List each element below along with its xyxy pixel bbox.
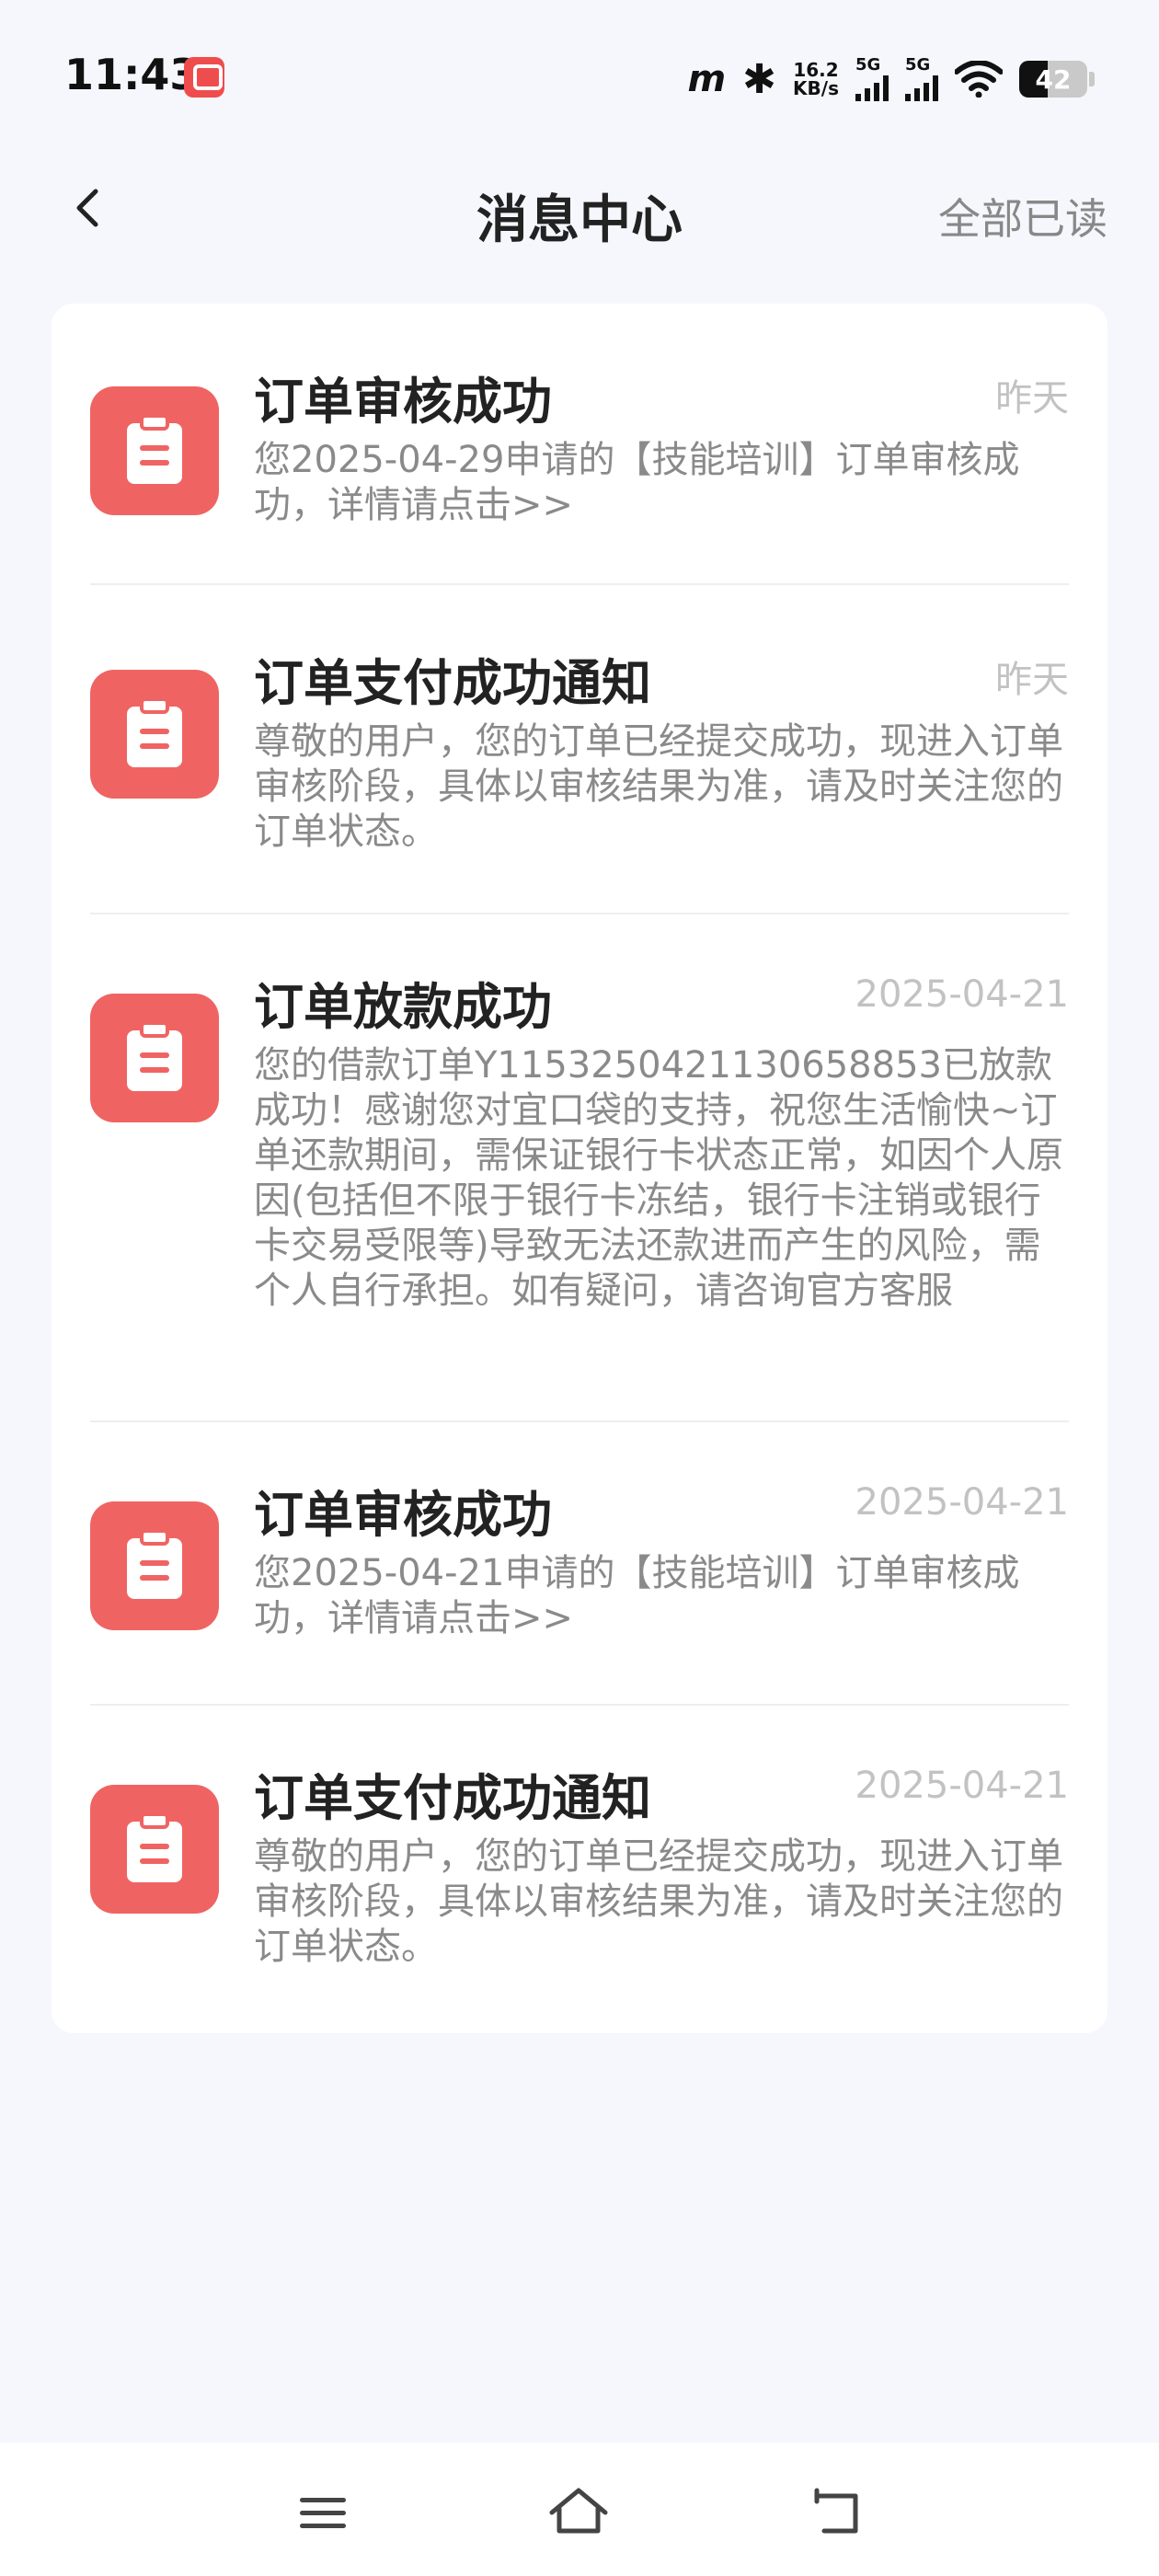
- message-title: 订单放款成功: [254, 978, 552, 1036]
- message-time: 2025-04-21: [855, 973, 1069, 1016]
- message-body: 您的借款订单Y115325042113065885​3已放款成功！感谢您对宜口袋…: [254, 1044, 1063, 1312]
- network-speed-unit: KB/s: [793, 77, 839, 99]
- sim1-signal-icon: 5G: [855, 57, 889, 101]
- message-time: 2025-04-21: [855, 1481, 1069, 1524]
- network-speed: 16.2 KB/s: [793, 61, 839, 98]
- message-body: 尊敬的用户，您的订单已经提交成功，现进入订单审核阶段，具体以审核结果为准，请及时…: [254, 1835, 1063, 1968]
- status-bar: 11:43 m ✱ 16.2 KB/s 5G 5G 42: [0, 0, 1159, 156]
- message-center-screen: 11:43 m ✱ 16.2 KB/s 5G 5G 42 消息中心 全部已读 订…: [0, 0, 1159, 2576]
- message-time: 2025-04-21: [855, 1765, 1069, 1807]
- battery-level: 42: [1035, 63, 1072, 95]
- message-time: 昨天: [995, 659, 1069, 701]
- status-time: 11:43: [64, 50, 200, 99]
- battery-tip: [1089, 72, 1095, 86]
- message-title: 订单审核成功: [254, 373, 552, 431]
- wifi-icon: [955, 61, 1003, 98]
- clipboard-icon: [90, 1501, 219, 1630]
- message-body: 您2025-04-21申请的【技能培训】订单审核成功，详情请点击>>: [254, 1552, 1020, 1639]
- bluetooth-icon: ✱: [742, 55, 777, 103]
- message-item[interactable]: 订单支付成功通知 2025-04-21 尊敬的用户，您的订单已经提交成功，现进入…: [90, 1706, 1069, 2033]
- mark-all-read-button[interactable]: 全部已读: [938, 186, 1107, 247]
- back-arrow-icon[interactable]: [804, 2481, 868, 2546]
- message-item[interactable]: 订单放款成功 2025-04-21 您的借款订单Y115325042113065…: [90, 914, 1069, 1422]
- sim2-signal-icon: 5G: [905, 57, 938, 101]
- battery-icon: 42: [1019, 61, 1087, 98]
- message-item[interactable]: 订单审核成功 昨天 您2025-04-29申请的【技能培训】订单审核成功，详情请…: [90, 304, 1069, 585]
- system-nav-bar: [0, 2443, 1159, 2576]
- clipboard-icon: [90, 670, 219, 799]
- message-item[interactable]: 订单支付成功通知 昨天 尊敬的用户，您的订单已经提交成功，现进入订单审核阶段，具…: [90, 585, 1069, 914]
- clipboard-icon: [90, 386, 219, 515]
- message-list: 订单审核成功 昨天 您2025-04-29申请的【技能培训】订单审核成功，详情请…: [52, 304, 1107, 2033]
- message-title: 订单支付成功通知: [254, 654, 651, 712]
- sim2-label: 5G: [905, 55, 931, 75]
- clipboard-icon: [90, 1785, 219, 1914]
- carrier-icon: m: [687, 58, 727, 100]
- message-item[interactable]: 订单审核成功 2025-04-21 您2025-04-21申请的【技能培训】订单…: [90, 1422, 1069, 1706]
- message-body: 您2025-04-29申请的【技能培训】订单审核成功，详情请点击>>: [254, 439, 1020, 526]
- message-time: 昨天: [995, 377, 1069, 420]
- message-title: 订单支付成功通知: [254, 1769, 651, 1827]
- menu-icon[interactable]: [291, 2481, 355, 2546]
- status-icons: m ✱ 16.2 KB/s 5G 5G 42: [687, 53, 1095, 105]
- app-notification-icon: [184, 57, 224, 98]
- top-bar: 消息中心 全部已读: [0, 156, 1159, 259]
- clipboard-icon: [90, 994, 219, 1122]
- network-speed-value: 16.2: [793, 59, 839, 81]
- message-body: 尊敬的用户，您的订单已经提交成功，现进入订单审核阶段，具体以审核结果为准，请及时…: [254, 720, 1063, 853]
- message-title: 订单审核成功: [254, 1486, 552, 1544]
- home-icon[interactable]: [546, 2481, 611, 2546]
- sim1-label: 5G: [855, 55, 881, 75]
